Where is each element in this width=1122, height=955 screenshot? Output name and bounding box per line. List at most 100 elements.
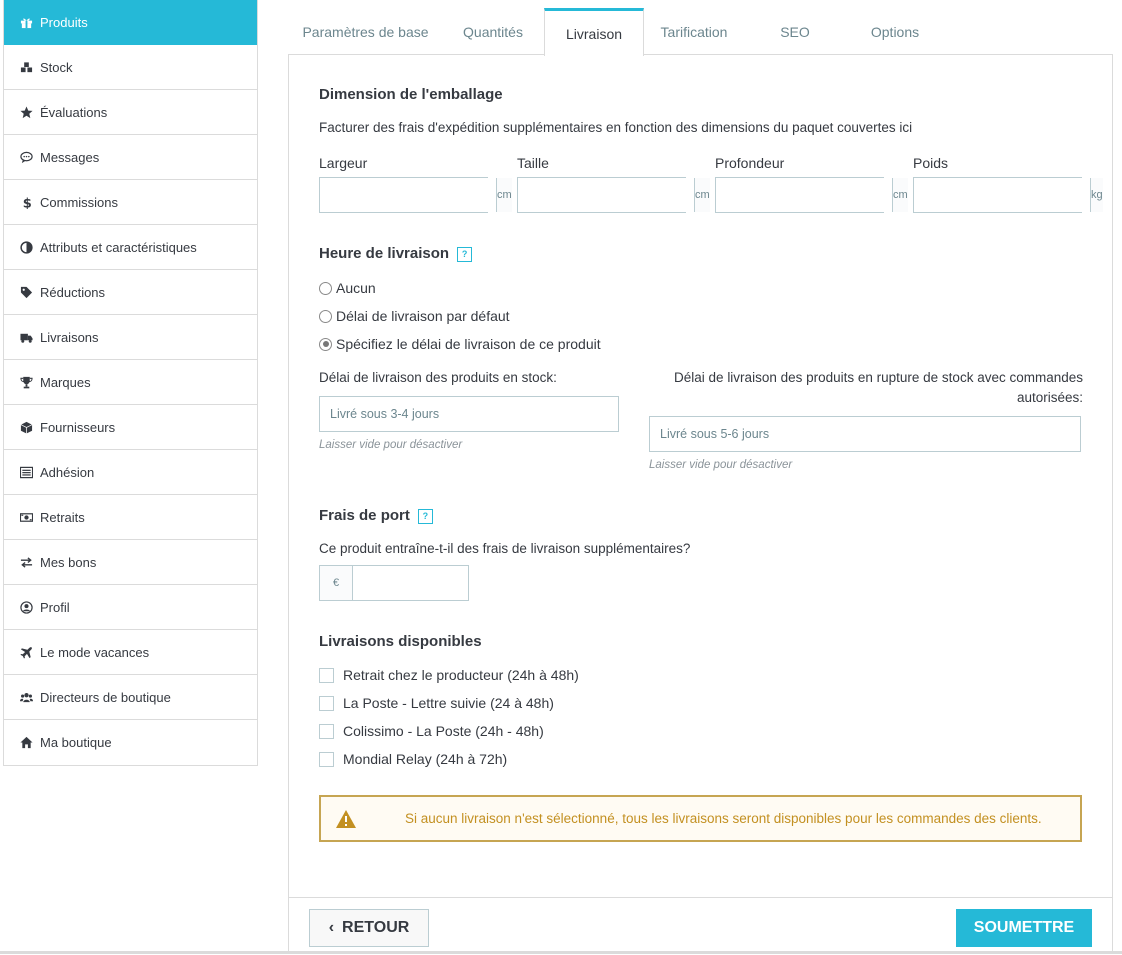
gift-icon (19, 15, 33, 29)
help-icon[interactable]: ? (457, 246, 473, 262)
out-stock-delay-label-line1: Délai de livraison des produits en ruptu… (674, 370, 1083, 385)
delivery-time-title: Heure de livraison? (319, 245, 473, 262)
weight-label: Poids (913, 155, 949, 171)
sidebar-item-home[interactable]: Ma boutique (4, 720, 257, 765)
truck-icon (19, 330, 33, 344)
sidebar-item-exchange[interactable]: Mes bons (4, 540, 257, 585)
in-stock-delay-hint: Laisser vide pour désactiver (319, 439, 463, 451)
sidebar-item-user-circle[interactable]: Profil (4, 585, 257, 630)
width-unit: cm (496, 178, 512, 212)
submit-button-label: SOUMETTRE (973, 919, 1075, 936)
carrier-checkbox-colissimo[interactable]: Colissimo - La Poste (24h - 48h) (319, 723, 544, 739)
submit-button[interactable]: SOUMETTRE (956, 909, 1092, 947)
radio-circle-selected (319, 337, 332, 351)
sidebar-item-label: Retraits (40, 509, 85, 525)
carrier-checkbox-pickup[interactable]: Retrait chez le producteur (24h à 48h) (319, 667, 579, 683)
out-stock-delay-hint: Laisser vide pour désactiver (649, 459, 793, 471)
sidebar-item-money[interactable]: Retraits (4, 495, 257, 540)
tab-tarification[interactable]: Tarification (644, 8, 744, 55)
sidebar-item-star[interactable]: Évaluations (4, 90, 257, 135)
cube-icon (19, 420, 33, 434)
carrier-checkbox-mondial-relay[interactable]: Mondial Relay (24h à 72h) (319, 751, 507, 767)
weight-unit: kg (1090, 178, 1103, 212)
tab-livraison[interactable]: Livraison (544, 8, 644, 56)
sidebar-item-label: Fournisseurs (40, 419, 116, 435)
height-input[interactable] (518, 178, 694, 212)
shipping-fees-title-text: Frais de port (319, 507, 410, 524)
height-label: Taille (517, 155, 549, 171)
warning-icon (335, 809, 357, 829)
radio-specific-delay[interactable]: Spécifiez le délai de livraison de ce pr… (319, 336, 601, 352)
chevron-left-icon: ‹ (328, 919, 335, 936)
help-icon[interactable]: ? (417, 508, 433, 524)
back-button[interactable]: ‹ RETOUR (309, 909, 429, 947)
adjust-icon (19, 240, 33, 254)
radio-none[interactable]: Aucun (319, 280, 376, 296)
trophy-icon (19, 375, 33, 389)
out-stock-delay-input[interactable]: Livré sous 5-6 jours (649, 416, 1081, 452)
sidebar-item-label: Commissions (40, 194, 119, 210)
home-icon (19, 736, 33, 750)
checkbox (319, 667, 334, 683)
in-stock-delay-input[interactable]: Livré sous 3-4 jours (319, 396, 619, 432)
sidebar-item-label: Profil (40, 599, 70, 615)
sidebar: Produits Stock Évaluations Messages $ Commiss… (3, 0, 258, 766)
carrier-label: La Poste - Lettre suivie (24 à 48h) (343, 695, 554, 711)
sidebar-item-label: Directeurs de boutique (40, 689, 171, 705)
sidebar-item-list[interactable]: Adhésion (4, 450, 257, 495)
warning-text: Si aucun livraison n'est sélectionné, to… (405, 811, 1042, 826)
plane-icon (19, 645, 33, 659)
sidebar-item-comment[interactable]: Messages (4, 135, 257, 180)
height-input-group: cm (517, 177, 710, 213)
exchange-icon (19, 555, 33, 569)
height-unit: cm (694, 178, 710, 212)
sidebar-item-cubes[interactable]: Stock (4, 45, 257, 90)
checkbox (319, 751, 334, 767)
carriers-title: Livraisons disponibles (319, 633, 482, 650)
sidebar-item-truck[interactable]: Livraisons (4, 315, 257, 360)
tab-seo[interactable]: SEO (745, 8, 845, 55)
tab-options[interactable]: Options (845, 8, 945, 55)
tag-icon (19, 285, 33, 299)
weight-input[interactable] (914, 178, 1090, 212)
radio-default-delay-label: Délai de livraison par défaut (336, 308, 510, 324)
checkbox (319, 695, 334, 711)
money-icon (19, 510, 33, 524)
sidebar-item-label: Le mode vacances (40, 644, 150, 660)
sidebar-item-label: Messages (40, 149, 100, 165)
carrier-label: Mondial Relay (24h à 72h) (343, 751, 508, 767)
radio-circle (319, 309, 332, 323)
sidebar-item-plane[interactable]: Le mode vacances (4, 630, 257, 675)
weight-input-group: kg (913, 177, 1103, 213)
sidebar-item-dollar[interactable]: $ Commissions (4, 180, 257, 225)
sidebar-item-label: Produits (40, 14, 88, 30)
list-icon (19, 465, 33, 479)
radio-default-delay[interactable]: Délai de livraison par défaut (319, 308, 510, 324)
width-input-group: cm (319, 177, 512, 213)
sidebar-item-cube[interactable]: Fournisseurs (4, 405, 257, 450)
shipping-fee-input[interactable] (353, 566, 468, 600)
back-button-label: RETOUR (342, 919, 410, 936)
checkbox (319, 723, 334, 739)
tab-quantites[interactable]: Quantités (443, 8, 543, 55)
comment-icon (19, 150, 33, 164)
sidebar-item-tag[interactable]: Réductions (4, 270, 257, 315)
sidebar-item-label: Réductions (40, 284, 106, 300)
depth-input[interactable] (716, 178, 892, 212)
package-description: Facturer des frais d'expédition suppléme… (319, 120, 913, 135)
sidebar-item-label: Livraisons (40, 329, 99, 345)
depth-unit: cm (892, 178, 908, 212)
carrier-checkbox-laposte[interactable]: La Poste - Lettre suivie (24 à 48h) (319, 695, 554, 711)
shipping-panel: Dimension de l'emballage Facturer des fr… (288, 54, 1113, 954)
sidebar-item-users[interactable]: Directeurs de boutique (4, 675, 257, 720)
depth-input-group: cm (715, 177, 908, 213)
user-circle-icon (19, 600, 33, 614)
width-input[interactable] (320, 178, 496, 212)
delivery-time-title-text: Heure de livraison (319, 245, 450, 262)
radio-circle (319, 281, 332, 295)
sidebar-item-adjust[interactable]: Attributs et caractéristiques (4, 225, 257, 270)
sidebar-item-label: Marques (40, 374, 91, 390)
sidebar-item-trophy[interactable]: Marques (4, 360, 257, 405)
sidebar-item-gift[interactable]: Produits (4, 0, 257, 45)
tab-parametres-de-base[interactable]: Paramètres de base (288, 8, 443, 55)
